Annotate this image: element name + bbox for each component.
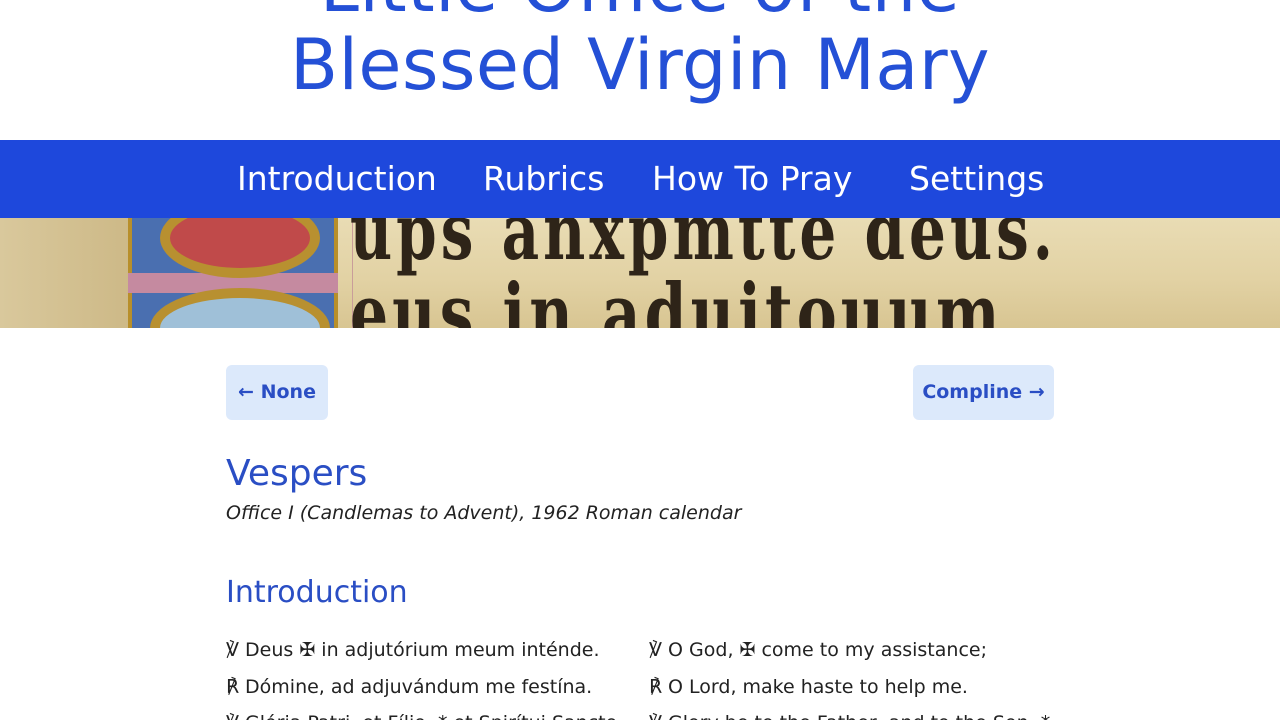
manuscript-text-line2: eus in aduitouum [350,267,1004,328]
verse-latin-3: ℣ Glória Patri, et Fílio, * et Spirítui … [226,710,623,720]
manuscript-banner-image: ups anxpmtte deus. eus in aduitouum [0,218,1280,328]
verse-english-1: ℣ O God, ✠ come to my assistance; [649,639,987,661]
main-navbar: Introduction Rubrics How To Pray Setting… [0,140,1280,218]
nav-how-to-pray[interactable]: How To Pray [652,159,852,199]
previous-hour-button[interactable]: ← None [226,365,328,420]
next-hour-button[interactable]: Compline → [913,365,1054,420]
site-title-line1: Little Office of the [0,0,1280,26]
verse-latin-1: ℣ Deus ✠ in adjutórium meum inténde. [226,639,600,661]
site-title-line2: Blessed Virgin Mary [289,24,991,106]
section-heading-introduction: Introduction [226,575,408,610]
verse-english-3: ℣ Glory be to the Father, and to the Son… [649,710,1050,720]
nav-introduction[interactable]: Introduction [237,159,437,199]
verse-english-2: ℟ O Lord, make haste to help me. [649,676,968,698]
nav-settings[interactable]: Settings [909,159,1044,199]
nav-rubrics[interactable]: Rubrics [483,159,604,199]
page-title: Vespers [226,453,368,494]
banner-parchment-edge [0,218,130,328]
verse-latin-2: ℟ Dómine, ad adjuvándum me festína. [226,676,593,698]
site-title[interactable]: Little Office of the Blessed Virgin Mary [0,0,1280,104]
page-subtitle: Office I (Candlemas to Advent), 1962 Rom… [226,502,742,524]
